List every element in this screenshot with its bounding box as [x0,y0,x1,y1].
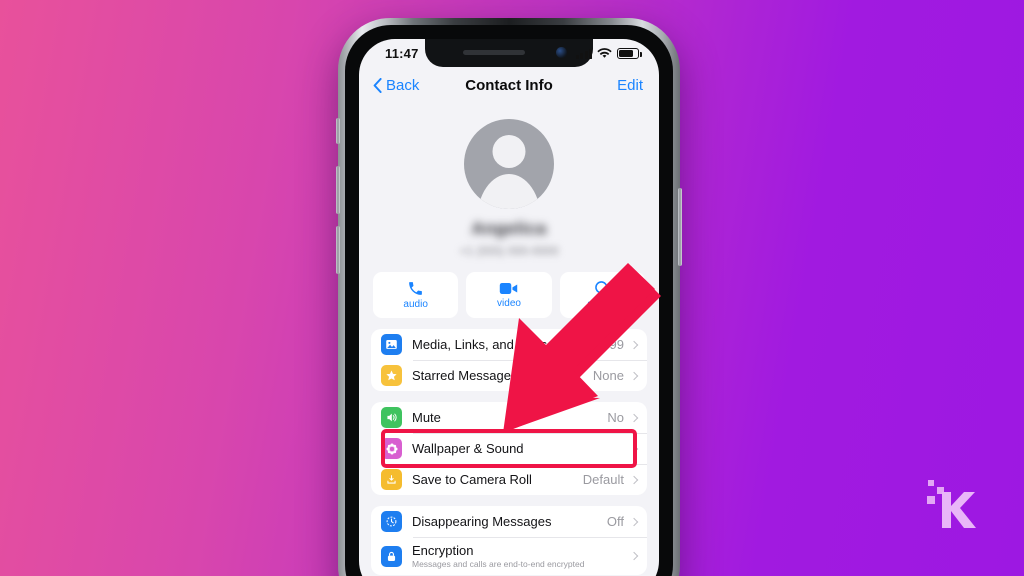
phone-bezel: 11:47 Back Contact Info Edit Angelica +1… [345,25,673,576]
row-title: Media, Links, and Docs [412,337,548,352]
edit-button[interactable]: Edit [617,77,643,94]
phone-device: 11:47 Back Contact Info Edit Angelica +1… [336,18,682,576]
video-call-button[interactable]: video [466,272,552,318]
quick-actions-row: audio video search [359,258,659,318]
screenshot-canvas: 11:47 Back Contact Info Edit Angelica +1… [0,0,1024,576]
row-value: No [607,410,624,425]
contact-header: Angelica +1 (555) 000-0000 [359,105,659,258]
page-title: Contact Info [465,77,553,94]
row-starred-messages[interactable]: Starred Messages None [371,360,647,391]
speaker-icon [381,407,402,428]
row-disappearing-messages[interactable]: Disappearing Messages Off [371,506,647,537]
navigation-bar: Back Contact Info Edit [359,69,659,105]
chevron-right-icon [629,475,639,484]
section-media: Media, Links, and Docs 99 Starred Messag… [371,329,647,391]
row-mute[interactable]: Mute No [371,402,647,433]
photo-icon [381,334,402,355]
row-wallpaper-and-sound[interactable]: Wallpaper & Sound [371,433,647,464]
audio-call-label: audio [403,299,428,310]
battery-icon [617,48,642,59]
chevron-right-icon [629,444,639,453]
default-person-avatar[interactable] [464,119,554,209]
row-title: Disappearing Messages [412,514,552,529]
row-value: Default [582,472,624,487]
flower-icon [381,438,402,459]
video-camera-icon [500,282,518,295]
row-value: None [592,368,624,383]
row-value: 99 [609,337,624,352]
section-settings: Mute No Wallpaper & Sound Save to Camera… [371,402,647,495]
row-save-to-camera-roll[interactable]: Save to Camera Roll Default [371,464,647,495]
chevron-right-icon [629,340,639,349]
row-encryption[interactable]: Encryption Messages and calls are end-to… [371,537,647,575]
silent-switch[interactable] [336,118,340,144]
video-call-label: video [497,298,521,309]
chevron-right-icon [629,517,639,526]
volume-up-button[interactable] [336,166,340,214]
cellular-bars-icon [575,48,592,59]
download-icon [381,469,402,490]
row-subtitle: Messages and calls are end-to-end encryp… [412,559,585,569]
star-icon [381,365,402,386]
row-title: Save to Camera Roll [412,472,532,487]
contact-phone-number: +1 (555) 000-0000 [459,244,559,258]
audio-call-button[interactable]: audio [373,272,459,318]
phone-screen: 11:47 Back Contact Info Edit Angelica +1… [359,39,659,576]
row-title: Starred Messages [412,368,518,383]
row-title: Mute [412,410,441,425]
watermark-logo [927,480,976,528]
status-bar-icons [575,48,642,59]
timer-icon [381,511,402,532]
chevron-right-icon [629,551,639,561]
contact-name: Angelica [471,219,547,238]
wifi-icon [597,48,612,58]
power-button[interactable] [678,188,682,266]
row-media-links-docs[interactable]: Media, Links, and Docs 99 [371,329,647,360]
search-button[interactable]: search [559,272,645,318]
search-icon [594,281,611,297]
chevron-right-icon [629,413,639,422]
status-bar: 11:47 [359,39,659,69]
row-title: Encryption [412,543,474,558]
section-privacy: Disappearing Messages Off Encryption Mes… [371,506,647,575]
row-value: Off [606,514,624,529]
status-bar-clock: 11:47 [385,46,419,61]
encryption-text: Encryption Messages and calls are end-to… [412,543,631,569]
row-title: Wallpaper & Sound [412,441,524,456]
chevron-right-icon [629,371,639,380]
search-label: search [587,299,618,310]
phone-icon [409,282,423,295]
volume-down-button[interactable] [336,226,340,274]
lock-icon [381,545,402,567]
